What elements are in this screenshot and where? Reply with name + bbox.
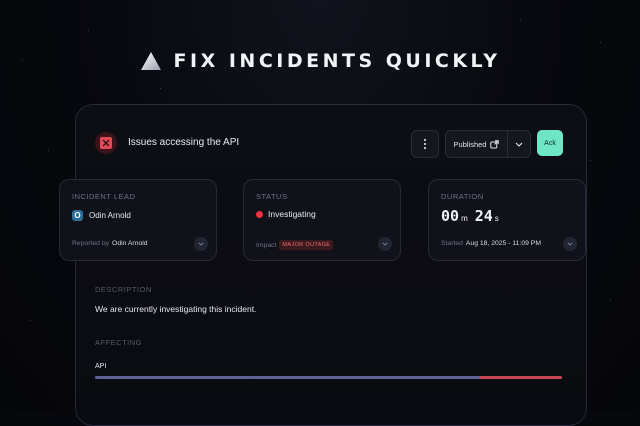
health-bar-outage (480, 376, 562, 379)
status-value: Investigating (268, 209, 316, 219)
kebab-menu-icon (423, 138, 427, 150)
published-split-button: Published (445, 130, 531, 158)
external-link-icon (490, 139, 500, 148)
duration-minutes-unit: m (461, 214, 468, 223)
started-at: Started Aug 18, 2025 - 11:09 PM (441, 240, 541, 247)
started-prefix: Started (441, 240, 463, 247)
chevron-down-icon (515, 142, 523, 147)
status-expand-button[interactable] (378, 237, 392, 251)
duration-minutes: 00 (441, 207, 460, 225)
published-label: Published (453, 139, 487, 149)
published-button[interactable]: Published (446, 131, 507, 157)
avatar: O (72, 210, 83, 221)
description-label: DESCRIPTION (95, 285, 152, 294)
status-card: STATUS Investigating Impact MAJOR OUTAGE (243, 179, 401, 261)
health-bar-operational (95, 376, 481, 379)
incident-lead-card: INCIDENT LEAD O Odin Arnold Reported by … (59, 179, 217, 261)
published-dropdown-button[interactable] (508, 131, 530, 157)
reported-by-name: Odin Arnold (112, 240, 148, 247)
affecting-label: AFFECTING (95, 338, 142, 347)
status-dot-icon (256, 210, 263, 218)
duration-label: DURATION (441, 192, 484, 201)
ack-button[interactable]: Ack (537, 130, 563, 156)
impact-badge: MAJOR OUTAGE (279, 240, 334, 250)
description-text: We are currently investigating this inci… (95, 304, 257, 314)
affected-component-name: API (95, 363, 107, 370)
headline: FIX INCIDENTS QUICKLY (0, 50, 640, 72)
impact-prefix: Impact (256, 241, 277, 249)
impact: Impact MAJOR OUTAGE (256, 240, 334, 250)
incident-lead-row[interactable]: O Odin Arnold (72, 210, 131, 221)
reported-by: Reported by Odin Arnold (72, 240, 148, 247)
incident-status-icon (95, 132, 117, 154)
duration-value: 00 m 24 s (441, 207, 505, 225)
component-health-bar[interactable] (95, 376, 562, 379)
close-icon (102, 139, 110, 147)
duration-card: DURATION 00 m 24 s Started Aug 18, 2025 … (428, 179, 586, 261)
started-value: Aug 18, 2025 - 11:09 PM (465, 240, 541, 247)
more-options-button[interactable] (411, 130, 439, 158)
triangle-logo-icon (140, 52, 161, 70)
duration-seconds-unit: s (494, 214, 499, 223)
reported-by-prefix: Reported by (72, 240, 110, 247)
lead-expand-button[interactable] (194, 237, 208, 251)
status-label: STATUS (256, 192, 288, 201)
duration-expand-button[interactable] (563, 237, 577, 251)
incident-lead-label: INCIDENT LEAD (72, 192, 136, 201)
headline-text: FIX INCIDENTS QUICKLY (173, 50, 501, 72)
chevron-down-icon (198, 242, 204, 246)
chevron-down-icon (382, 242, 388, 246)
chevron-down-icon (567, 242, 573, 246)
duration-seconds: 24 (474, 207, 493, 225)
status-value-row[interactable]: Investigating (256, 209, 316, 219)
incident-title: Issues accessing the API (128, 137, 240, 148)
incident-lead-name: Odin Arnold (89, 211, 131, 220)
